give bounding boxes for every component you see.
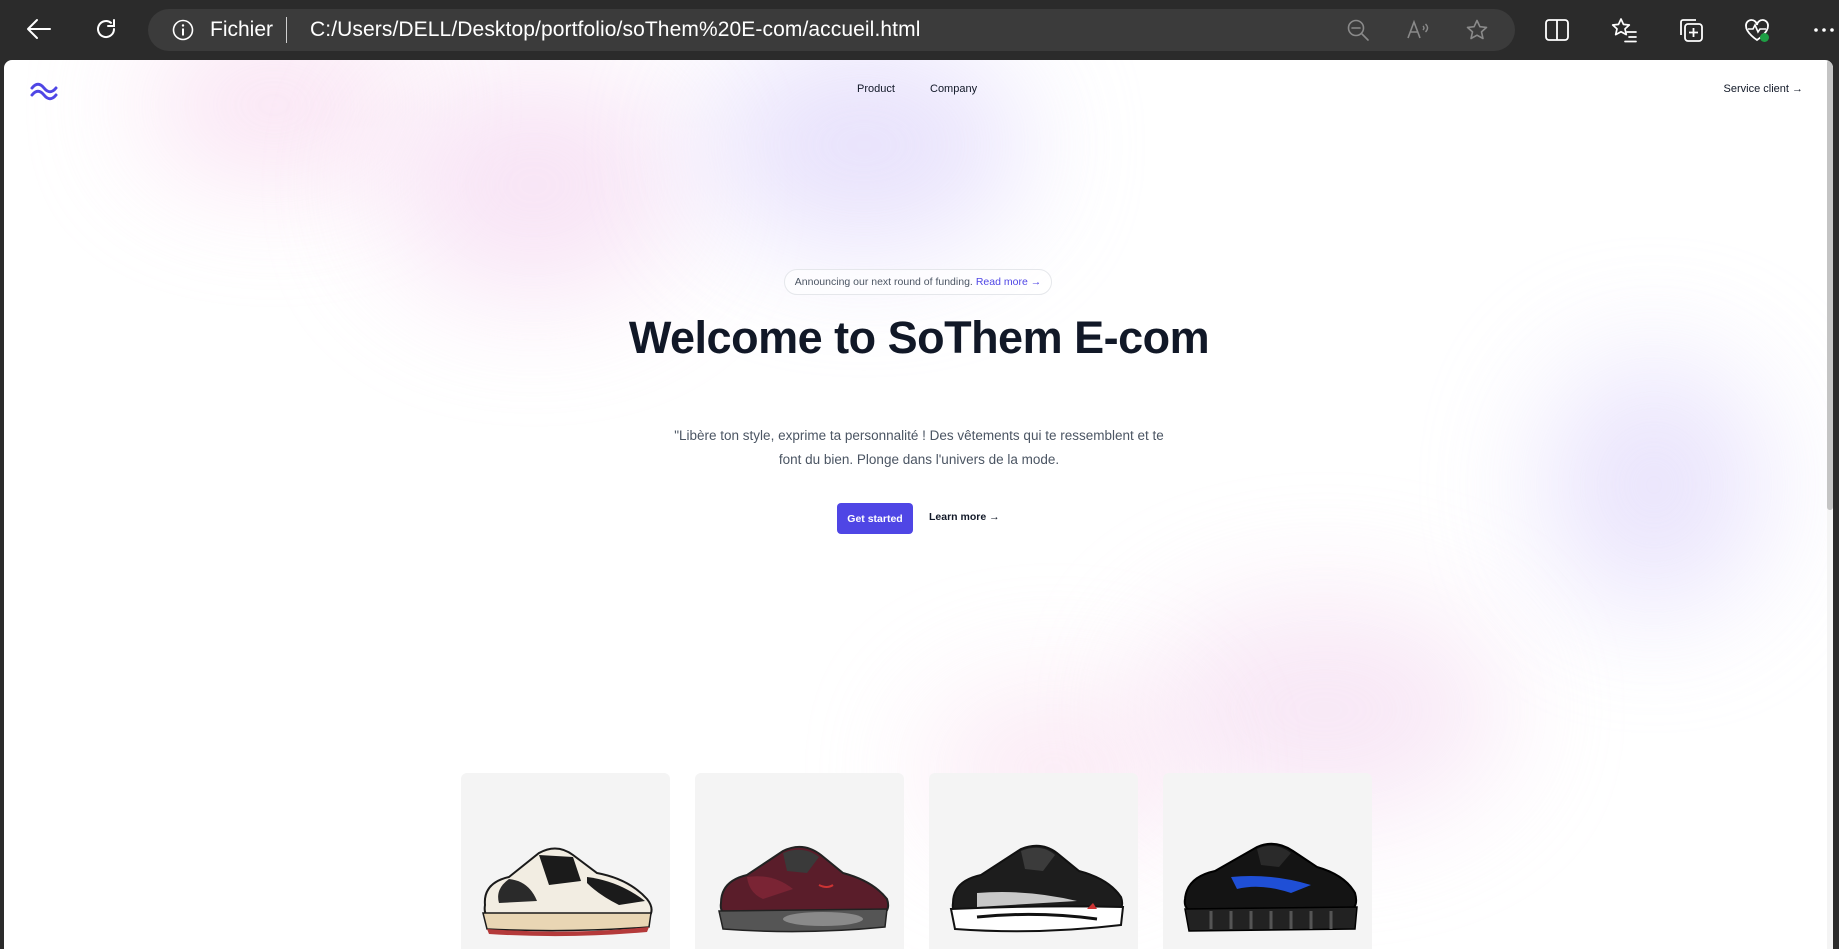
get-started-button[interactable]: Get started (837, 503, 913, 534)
address-separator (286, 17, 287, 43)
background-blob (144, 60, 404, 180)
announcement-text: Announcing our next round of funding. (794, 276, 973, 288)
url-text[interactable]: C:/Users/DELL/Desktop/portfolio/soThem%2… (310, 18, 920, 42)
background-blob (1544, 360, 1764, 610)
browser-toolbar: Fichier C:/Users/DELL/Desktop/portfolio/… (0, 0, 1839, 60)
nav-link-company[interactable]: Company (930, 83, 977, 95)
logo-icon[interactable] (28, 80, 60, 102)
announcement-read-more-link[interactable]: Read more → (976, 276, 1041, 288)
background-blob (384, 70, 684, 300)
back-button[interactable] (24, 14, 54, 44)
favorites-list-icon[interactable] (1610, 16, 1638, 44)
zoom-out-icon[interactable] (1346, 18, 1370, 42)
collections-icon[interactable] (1677, 16, 1705, 44)
browser-health-icon[interactable] (1743, 16, 1771, 44)
product-card[interactable] (695, 773, 904, 949)
product-card[interactable] (929, 773, 1138, 949)
sneaker-red-grey-icon (718, 845, 890, 933)
service-client-link[interactable]: Service client → (1724, 83, 1803, 95)
sneaker-cream-black-icon (482, 847, 653, 937)
hero-title: Welcome to SoThem E-com (628, 312, 1210, 363)
refresh-icon (97, 19, 116, 38)
product-card[interactable] (461, 773, 670, 949)
scrollbar-thumb[interactable] (1827, 60, 1833, 510)
sneaker-black-white-icon (949, 844, 1125, 933)
back-arrow-icon (27, 19, 51, 39)
address-bar[interactable]: Fichier C:/Users/DELL/Desktop/portfolio/… (148, 9, 1515, 51)
nav-link-product[interactable]: Product (857, 83, 895, 95)
scrollbar[interactable] (1827, 60, 1833, 949)
page-viewport: Product Company Service client → Announc… (4, 60, 1833, 949)
product-card[interactable] (1163, 773, 1372, 949)
protocol-label: Fichier (210, 18, 274, 41)
favorite-star-icon[interactable] (1465, 18, 1489, 42)
hero-subtitle: "Libère ton style, exprime ta personnali… (674, 428, 1164, 467)
sneaker-black-blue-icon (1183, 842, 1358, 932)
info-icon[interactable] (172, 19, 194, 41)
announcement-badge: Announcing our next round of funding. Re… (784, 269, 1052, 295)
more-menu-icon[interactable] (1810, 16, 1838, 44)
refresh-button[interactable] (91, 14, 121, 44)
learn-more-link[interactable]: Learn more → (929, 511, 1000, 523)
read-aloud-icon[interactable] (1406, 18, 1430, 42)
split-screen-icon[interactable] (1543, 16, 1571, 44)
